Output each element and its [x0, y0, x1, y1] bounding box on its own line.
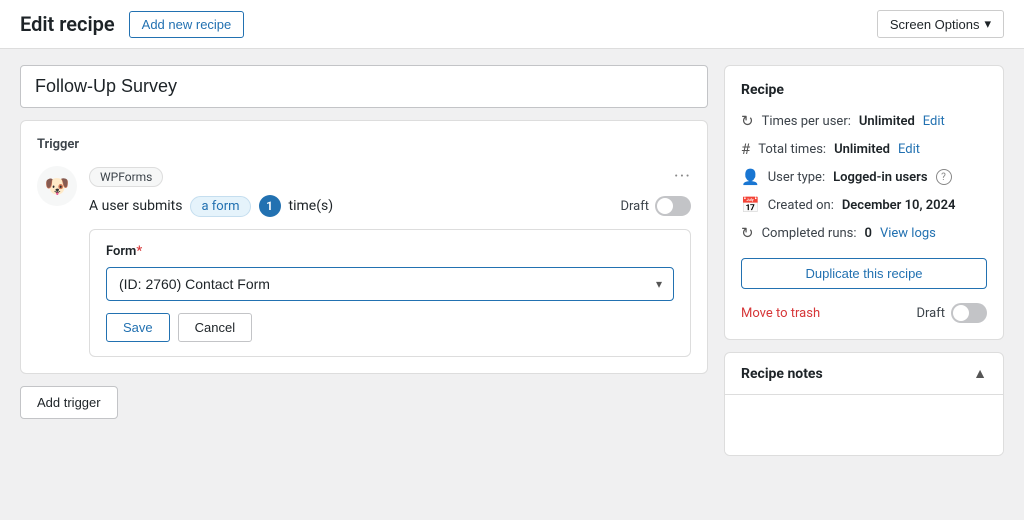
created-value: December 10, 2024 — [842, 198, 956, 213]
screen-options-label: Screen Options — [890, 17, 980, 32]
times-per-user-label: Times per user: — [762, 114, 851, 129]
times-per-user-row: ↻ Times per user: Unlimited Edit — [741, 112, 987, 130]
hash-icon: # — [741, 140, 750, 158]
completed-value: 0 — [865, 226, 872, 241]
completed-icon: ↻ — [741, 224, 754, 242]
user-icon: 👤 — [741, 168, 760, 186]
view-logs-link[interactable]: View logs — [880, 226, 936, 241]
required-indicator: * — [136, 244, 142, 259]
trigger-description: A user submits a form 1 time(s) Draft — [89, 195, 691, 217]
form-select[interactable]: (ID: 2760) Contact Form — [106, 267, 674, 301]
total-times-edit-link[interactable]: Edit — [898, 142, 920, 157]
move-to-trash-link[interactable]: Move to trash — [741, 306, 820, 321]
trigger-row: 🐶 WPForms ··· A user submits a form 1 — [37, 166, 691, 357]
page-title: Edit recipe — [20, 12, 115, 36]
calendar-icon: 📅 — [741, 196, 760, 214]
draft-toggle-row: Draft — [620, 196, 691, 216]
recipe-meta-box: Recipe ↻ Times per user: Unlimited Edit … — [724, 65, 1004, 340]
draft-toggle[interactable] — [655, 196, 691, 216]
form-select-wrapper: (ID: 2760) Contact Form ▾ — [106, 267, 674, 301]
wpforms-badge: WPForms — [89, 167, 163, 187]
trigger-section: Trigger 🐶 WPForms ··· A user submits — [20, 120, 708, 374]
trigger-desc-suffix: time(s) — [289, 198, 334, 214]
top-bar: Edit recipe Add new recipe Screen Option… — [0, 0, 1024, 49]
user-type-label: User type: — [768, 170, 825, 185]
trigger-desc-prefix: A user submits — [89, 198, 182, 214]
trigger-top-left: WPForms — [89, 167, 163, 187]
notes-header: Recipe notes ▲ — [725, 353, 1003, 395]
trigger-body: WPForms ··· A user submits a form 1 time… — [89, 166, 691, 357]
trash-draft-row: Move to trash Draft — [741, 303, 987, 323]
notes-body — [725, 395, 1003, 455]
trigger-icon: 🐶 — [37, 166, 77, 206]
notes-title: Recipe notes — [741, 366, 823, 382]
trigger-more-icon[interactable]: ··· — [674, 166, 691, 187]
total-times-value: Unlimited — [834, 142, 890, 157]
chevron-down-icon: ▾ — [984, 16, 991, 32]
form-card: Form* (ID: 2760) Contact Form ▾ Save Can… — [89, 229, 691, 357]
draft-label: Draft — [620, 199, 649, 214]
help-icon[interactable]: ? — [936, 169, 952, 185]
notes-collapse-icon[interactable]: ▲ — [973, 365, 987, 382]
user-type-row: 👤 User type: Logged-in users ? — [741, 168, 987, 186]
trigger-label: Trigger — [37, 137, 691, 152]
completed-label: Completed runs: — [762, 226, 857, 241]
times-per-user-edit-link[interactable]: Edit — [923, 114, 945, 129]
form-actions: Save Cancel — [106, 313, 674, 342]
times-badge: 1 — [259, 195, 281, 217]
sidebar-draft-toggle[interactable] — [951, 303, 987, 323]
cancel-button[interactable]: Cancel — [178, 313, 252, 342]
duplicate-recipe-button[interactable]: Duplicate this recipe — [741, 258, 987, 289]
completed-runs-row: ↻ Completed runs: 0 View logs — [741, 224, 987, 242]
total-times-label: Total times: — [758, 142, 826, 157]
refresh-icon: ↻ — [741, 112, 754, 130]
save-button[interactable]: Save — [106, 313, 170, 342]
trigger-top: WPForms ··· — [89, 166, 691, 187]
sidebar-draft-toggle-row: Draft — [916, 303, 987, 323]
page-title-area: Edit recipe Add new recipe — [20, 11, 244, 38]
left-panel: Trigger 🐶 WPForms ··· A user submits — [20, 65, 708, 501]
sidebar-draft-label: Draft — [916, 306, 945, 321]
times-per-user-value: Unlimited — [859, 114, 915, 129]
recipe-notes-box: Recipe notes ▲ — [724, 352, 1004, 456]
user-type-value: Logged-in users — [833, 170, 927, 185]
form-field-label: Form* — [106, 244, 674, 259]
total-times-row: # Total times: Unlimited Edit — [741, 140, 987, 158]
screen-options-button[interactable]: Screen Options ▾ — [877, 10, 1004, 38]
recipe-meta-box-title: Recipe — [741, 82, 987, 98]
recipe-title-input[interactable] — [20, 65, 708, 108]
created-label: Created on: — [768, 198, 834, 213]
add-trigger-button[interactable]: Add trigger — [20, 386, 118, 419]
a-form-badge[interactable]: a form — [190, 196, 250, 217]
main-content: Trigger 🐶 WPForms ··· A user submits — [0, 49, 1024, 517]
add-new-recipe-button[interactable]: Add new recipe — [129, 11, 245, 38]
right-panel: Recipe ↻ Times per user: Unlimited Edit … — [724, 65, 1004, 501]
created-on-row: 📅 Created on: December 10, 2024 — [741, 196, 987, 214]
